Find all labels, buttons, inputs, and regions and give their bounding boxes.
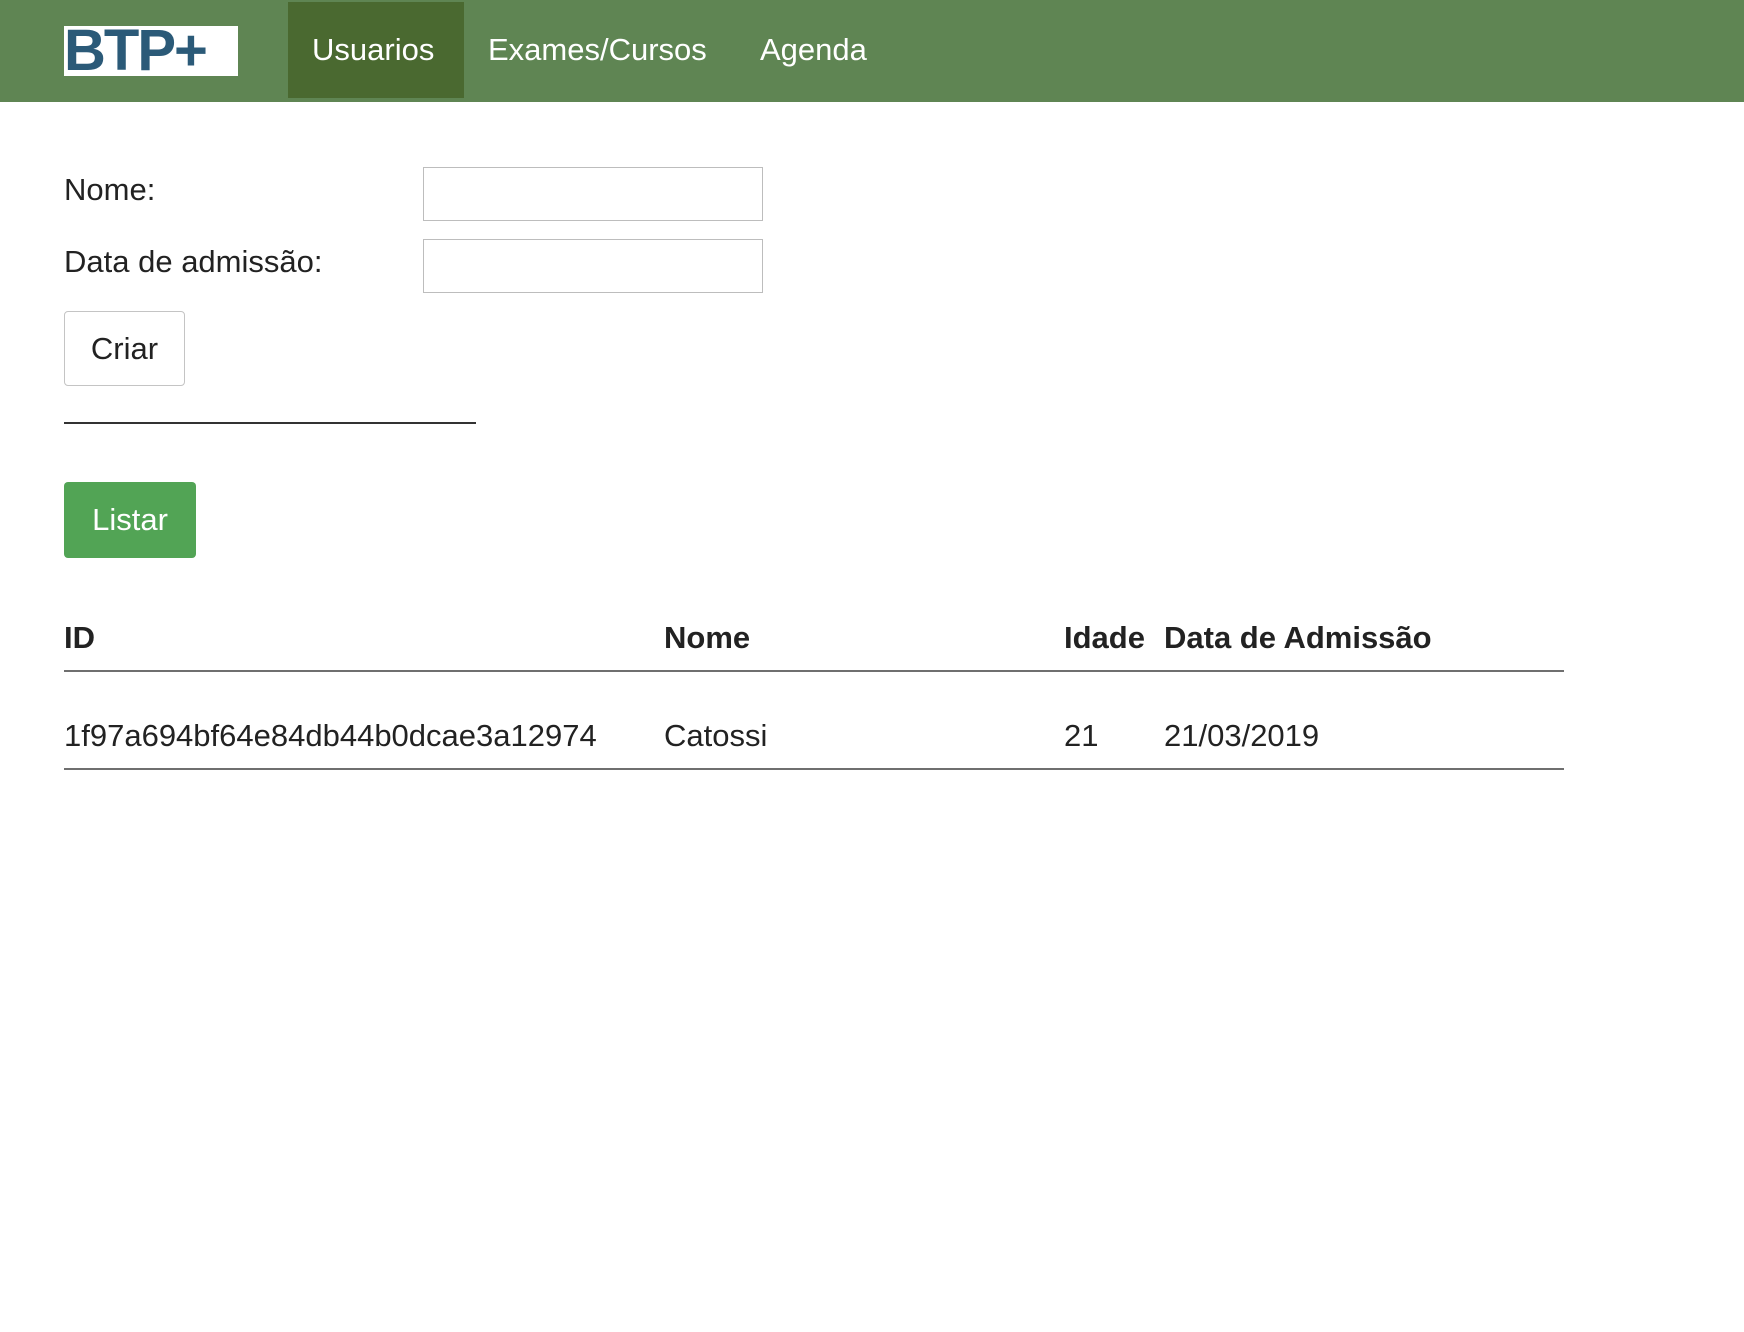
logo-text: BTP+ <box>64 26 208 76</box>
data-admissao-input[interactable] <box>423 239 763 293</box>
nav-item-agenda[interactable]: Agenda <box>736 2 896 98</box>
criar-button[interactable]: Criar <box>64 311 185 386</box>
cell-id: 1f97a694bf64e84db44b0dcae3a12974 <box>64 718 597 753</box>
nav-item-exames-cursos[interactable]: Exames/Cursos <box>464 2 734 98</box>
nome-label: Nome: <box>64 172 156 207</box>
row-divider <box>64 768 1564 770</box>
header-idade: Idade <box>1064 620 1145 655</box>
header-id: ID <box>64 620 95 655</box>
nav-item-usuarios[interactable]: Usuarios <box>288 2 464 98</box>
header-data-admissao: Data de Admissão <box>1164 620 1432 655</box>
data-admissao-label: Data de admissão: <box>64 244 323 279</box>
btp-logo[interactable]: BTP+ <box>64 26 238 76</box>
nome-input[interactable] <box>423 167 763 221</box>
cell-nome: Catossi <box>664 718 768 753</box>
listar-button[interactable]: Listar <box>64 482 196 558</box>
top-navbar: BTP+ Usuarios Exames/Cursos Agenda <box>0 0 1744 102</box>
separator-line <box>64 422 476 424</box>
header-divider <box>64 670 1564 672</box>
header-nome: Nome <box>664 620 751 655</box>
cell-data-admissao: 21/03/2019 <box>1164 718 1320 753</box>
cell-idade: 21 <box>1064 718 1099 753</box>
